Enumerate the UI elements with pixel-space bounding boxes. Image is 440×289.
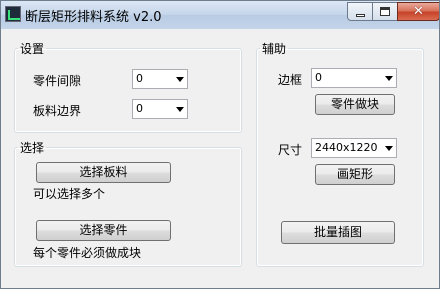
part-gap-select[interactable]: 0 [132,69,188,89]
sheet-margin-label: 板料边界 [33,104,82,118]
draw-rectangle-button[interactable]: 画矩形 [315,164,395,185]
minimize-button[interactable] [347,2,373,21]
size-value: 2440x1220 [315,141,378,154]
sheet-margin-value: 0 [136,102,143,115]
settings-group-title: 设置 [20,42,45,56]
size-label: 尺寸 [278,143,303,157]
close-icon: ✕ [413,4,424,19]
part-gap-label: 零件间隙 [33,74,82,88]
aux-group-title: 辅助 [262,42,287,56]
title-bar[interactable]: 断层矩形排料系统 v2.0 ✕ [1,1,439,29]
part-hint-text: 每个零件必须做成块 [33,246,142,260]
window-title: 断层矩形排料系统 v2.0 [25,10,162,25]
app-window: 断层矩形排料系统 v2.0 ✕ 设置 零件间隙 0 板料边界 0 选择 选择板料… [0,0,440,289]
choose-sheet-button[interactable]: 选择板料 [36,162,171,183]
make-block-button[interactable]: 零件做块 [315,94,395,115]
batch-insert-button[interactable]: 批量插图 [281,221,395,244]
border-value: 0 [315,71,322,84]
chevron-down-icon [385,146,393,151]
minimize-icon [355,13,365,17]
client-area: 设置 零件间隙 0 板料边界 0 选择 选择板料 可以选择多个 选择零件 每个零… [7,29,433,283]
select-group-title: 选择 [20,141,45,155]
maximize-icon [380,7,390,16]
app-icon [5,6,21,22]
maximize-button[interactable] [372,2,398,21]
choose-part-button[interactable]: 选择零件 [36,220,171,241]
chevron-down-icon [385,76,393,81]
sheet-margin-select[interactable]: 0 [132,99,188,119]
size-select[interactable]: 2440x1220 [311,138,397,158]
border-label: 边框 [278,73,303,87]
close-button[interactable]: ✕ [397,2,439,21]
border-select[interactable]: 0 [311,68,397,88]
part-gap-value: 0 [136,72,143,85]
chevron-down-icon [176,107,184,112]
chevron-down-icon [176,77,184,82]
sheet-hint-text: 可以选择多个 [33,187,106,201]
